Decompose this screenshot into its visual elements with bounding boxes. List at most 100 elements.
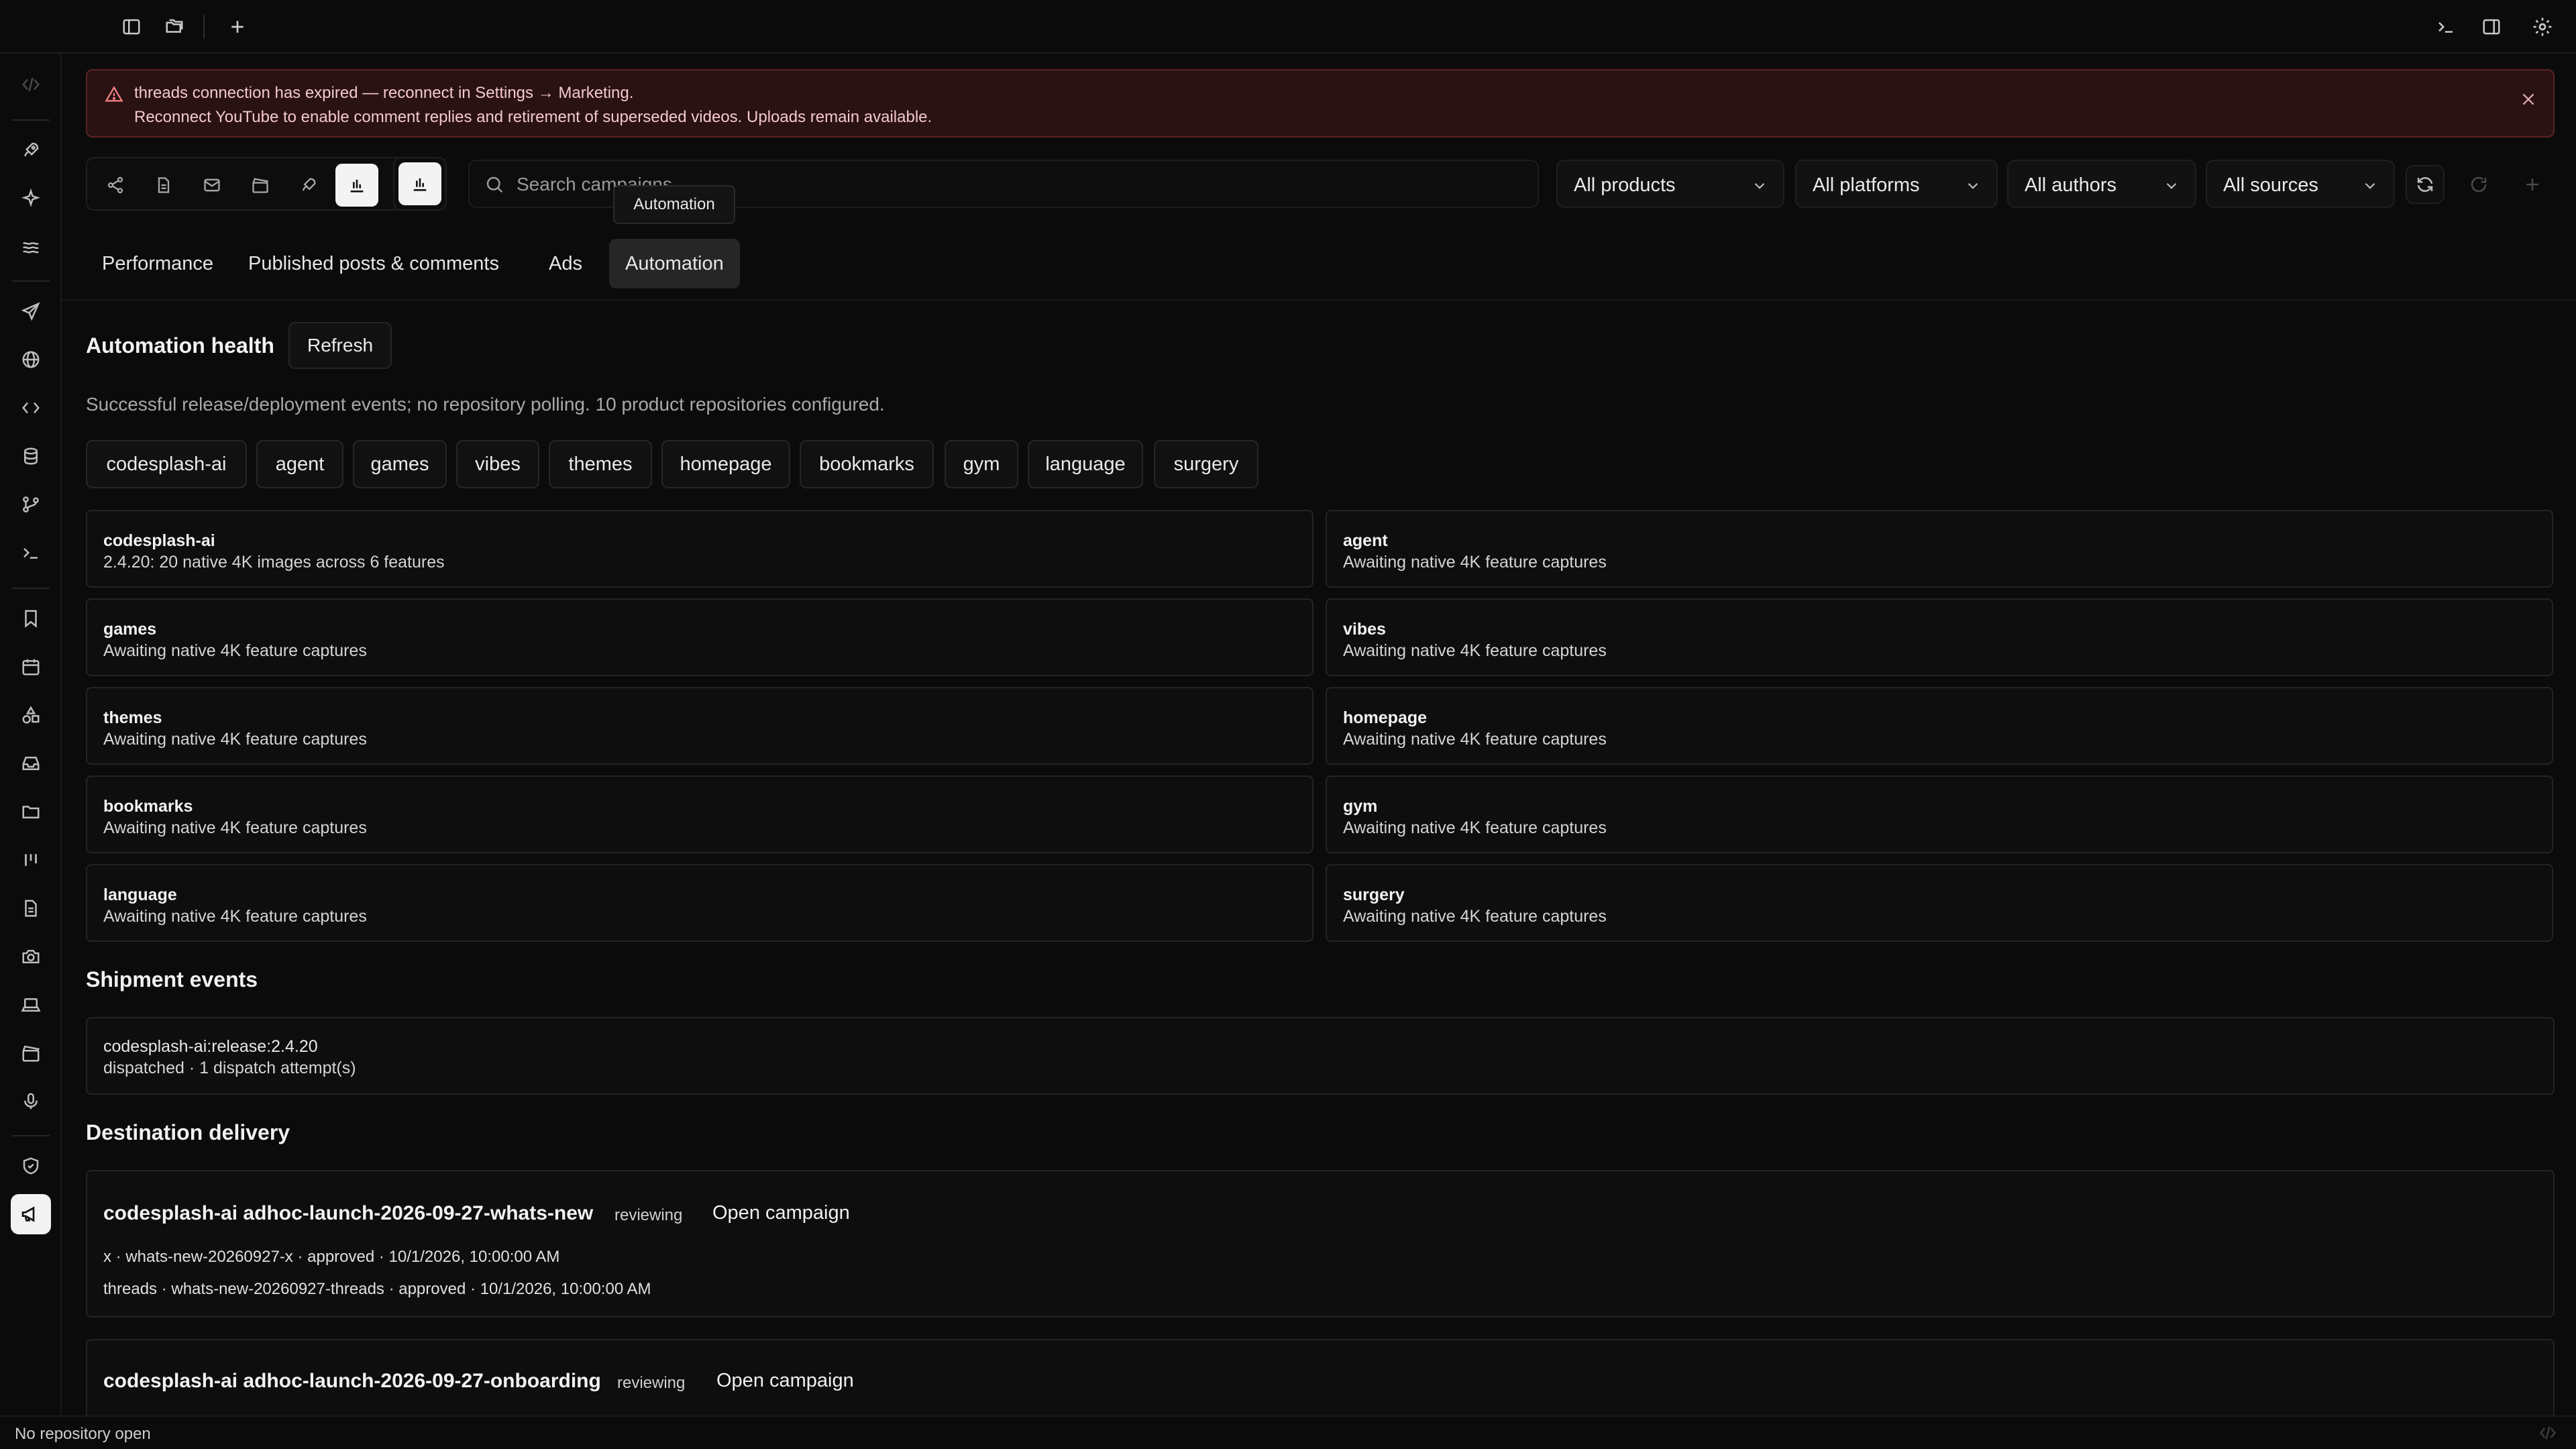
bar-chart-icon[interactable] bbox=[398, 162, 441, 205]
campaign-title: codesplash-ai adhoc-launch-2026-09-27-on… bbox=[103, 1370, 601, 1392]
rail-divider bbox=[12, 1135, 50, 1136]
repo-chip[interactable]: codesplash-ai bbox=[86, 440, 247, 488]
repo-chip[interactable]: games bbox=[353, 440, 447, 488]
database-icon[interactable] bbox=[17, 443, 44, 470]
products-dropdown-label: All products bbox=[1574, 174, 1676, 196]
chevron-down-icon bbox=[1751, 177, 1768, 195]
automation-health-title: Automation health bbox=[86, 333, 274, 358]
gear-icon[interactable] bbox=[2529, 13, 2556, 40]
megaphone-icon[interactable] bbox=[11, 1194, 51, 1234]
repo-chip[interactable]: themes bbox=[549, 440, 652, 488]
rocket-icon[interactable] bbox=[17, 137, 44, 164]
terminal-icon[interactable] bbox=[17, 539, 44, 566]
repo-status-card: vibes Awaiting native 4K feature capture… bbox=[1326, 598, 2553, 676]
sources-dropdown[interactable]: All sources bbox=[2206, 160, 2395, 208]
search-icon bbox=[484, 174, 504, 195]
repo-chip[interactable]: agent bbox=[256, 440, 343, 488]
calendar-icon[interactable] bbox=[17, 653, 44, 680]
repo-status: Awaiting native 4K feature captures bbox=[1343, 907, 1607, 926]
open-campaign-link[interactable]: Open campaign bbox=[712, 1202, 850, 1224]
repo-status-card: surgery Awaiting native 4K feature captu… bbox=[1326, 864, 2553, 942]
platforms-dropdown[interactable]: All platforms bbox=[1795, 160, 1998, 208]
repo-chip[interactable]: bookmarks bbox=[800, 440, 934, 488]
clapperboard-icon[interactable] bbox=[247, 172, 274, 199]
repo-chip[interactable]: vibes bbox=[456, 440, 539, 488]
repo-status: Awaiting native 4K feature captures bbox=[1343, 818, 1607, 837]
plus-icon[interactable] bbox=[224, 13, 251, 40]
inbox-icon[interactable] bbox=[17, 750, 44, 777]
folders-icon[interactable] bbox=[161, 13, 188, 40]
document-icon[interactable] bbox=[150, 172, 177, 199]
git-branch-icon[interactable] bbox=[17, 491, 44, 518]
repo-chip[interactable]: surgery bbox=[1154, 440, 1258, 488]
code-brackets-icon[interactable] bbox=[17, 71, 44, 98]
toolbar: All products All platforms All authors A… bbox=[86, 157, 2555, 211]
sync-button[interactable] bbox=[2406, 165, 2445, 204]
panel-toggle-icon[interactable] bbox=[2478, 13, 2505, 40]
mail-icon[interactable] bbox=[199, 172, 225, 199]
kanban-icon[interactable] bbox=[17, 847, 44, 873]
send-icon[interactable] bbox=[17, 298, 44, 325]
delivery-line: x · whats-new-20260927-x · approved · 10… bbox=[103, 1248, 560, 1266]
status-bar: No repository open bbox=[0, 1415, 2576, 1449]
tab-published-posts[interactable]: Published posts & comments bbox=[232, 239, 515, 288]
repo-status: 2.4.20: 20 native 4K images across 6 fea… bbox=[103, 553, 445, 572]
refresh-button[interactable]: Refresh bbox=[288, 322, 392, 369]
clapperboard-icon[interactable] bbox=[17, 1040, 44, 1067]
repo-status-card: language Awaiting native 4K feature capt… bbox=[86, 864, 1313, 942]
repo-chip[interactable]: homepage bbox=[661, 440, 790, 488]
repo-status: Awaiting native 4K feature captures bbox=[1343, 730, 1607, 749]
shapes-icon[interactable] bbox=[17, 702, 44, 729]
sparkles-icon[interactable] bbox=[17, 185, 44, 212]
connection-alert: threads connection has expired — reconne… bbox=[86, 69, 2555, 138]
tab-divider bbox=[62, 299, 2576, 301]
waves-icon[interactable] bbox=[17, 233, 44, 260]
reload-button[interactable] bbox=[2459, 165, 2498, 204]
plus-icon bbox=[2526, 178, 2538, 191]
chevron-down-icon bbox=[2163, 177, 2180, 195]
camera-icon[interactable] bbox=[17, 943, 44, 970]
authors-dropdown[interactable]: All authors bbox=[2007, 160, 2196, 208]
open-campaign-link[interactable]: Open campaign bbox=[716, 1370, 854, 1392]
repo-status-card: games Awaiting native 4K feature capture… bbox=[86, 598, 1313, 676]
close-icon[interactable] bbox=[2520, 91, 2537, 108]
sidebar-toggle-icon[interactable] bbox=[118, 13, 145, 40]
campaign-title: codesplash-ai adhoc-launch-2026-09-27-wh… bbox=[103, 1202, 594, 1224]
rocket-icon[interactable] bbox=[295, 172, 322, 199]
globe-icon[interactable] bbox=[17, 346, 44, 373]
delivery-campaign-card: codesplash-ai adhoc-launch-2026-09-27-wh… bbox=[86, 1170, 2555, 1318]
tab-ads[interactable]: Ads bbox=[533, 239, 598, 288]
window-topbar bbox=[0, 0, 2576, 54]
repo-chip[interactable]: language bbox=[1028, 440, 1143, 488]
products-dropdown[interactable]: All products bbox=[1556, 160, 1784, 208]
repo-name: codesplash-ai bbox=[103, 531, 215, 550]
chevron-down-icon bbox=[2361, 177, 2379, 195]
code-icon[interactable] bbox=[17, 394, 44, 421]
repo-name: homepage bbox=[1343, 708, 1428, 727]
laptop-icon[interactable] bbox=[17, 991, 44, 1018]
bookmark-icon[interactable] bbox=[17, 605, 44, 632]
code-brackets-icon[interactable] bbox=[2538, 1424, 2557, 1442]
tab-performance[interactable]: Performance bbox=[86, 239, 229, 288]
alert-line-1: threads connection has expired — reconne… bbox=[134, 84, 634, 102]
platforms-dropdown-label: All platforms bbox=[1813, 174, 1920, 196]
shield-icon[interactable] bbox=[17, 1152, 44, 1179]
add-button[interactable] bbox=[2513, 165, 2552, 204]
tab-automation[interactable]: Automation bbox=[609, 239, 740, 288]
destination-delivery-title: Destination delivery bbox=[86, 1120, 290, 1144]
repo-name: gym bbox=[1343, 797, 1378, 816]
repo-status: Awaiting native 4K feature captures bbox=[103, 907, 367, 926]
rail-divider bbox=[12, 280, 50, 282]
microphone-icon[interactable] bbox=[17, 1088, 44, 1115]
terminal-icon[interactable] bbox=[2432, 13, 2459, 40]
bar-chart-icon[interactable] bbox=[335, 164, 378, 207]
share-icon[interactable] bbox=[102, 172, 129, 199]
repo-status-card: codesplash-ai 2.4.20: 20 native 4K image… bbox=[86, 510, 1313, 588]
repo-chip[interactable]: gym bbox=[945, 440, 1018, 488]
document-icon[interactable] bbox=[17, 895, 44, 922]
repo-status-card: gym Awaiting native 4K feature captures bbox=[1326, 775, 2553, 853]
shipment-events-title: Shipment events bbox=[86, 967, 258, 991]
warning-icon bbox=[105, 85, 123, 104]
folder-icon[interactable] bbox=[17, 798, 44, 825]
status-text: No repository open bbox=[15, 1425, 151, 1443]
